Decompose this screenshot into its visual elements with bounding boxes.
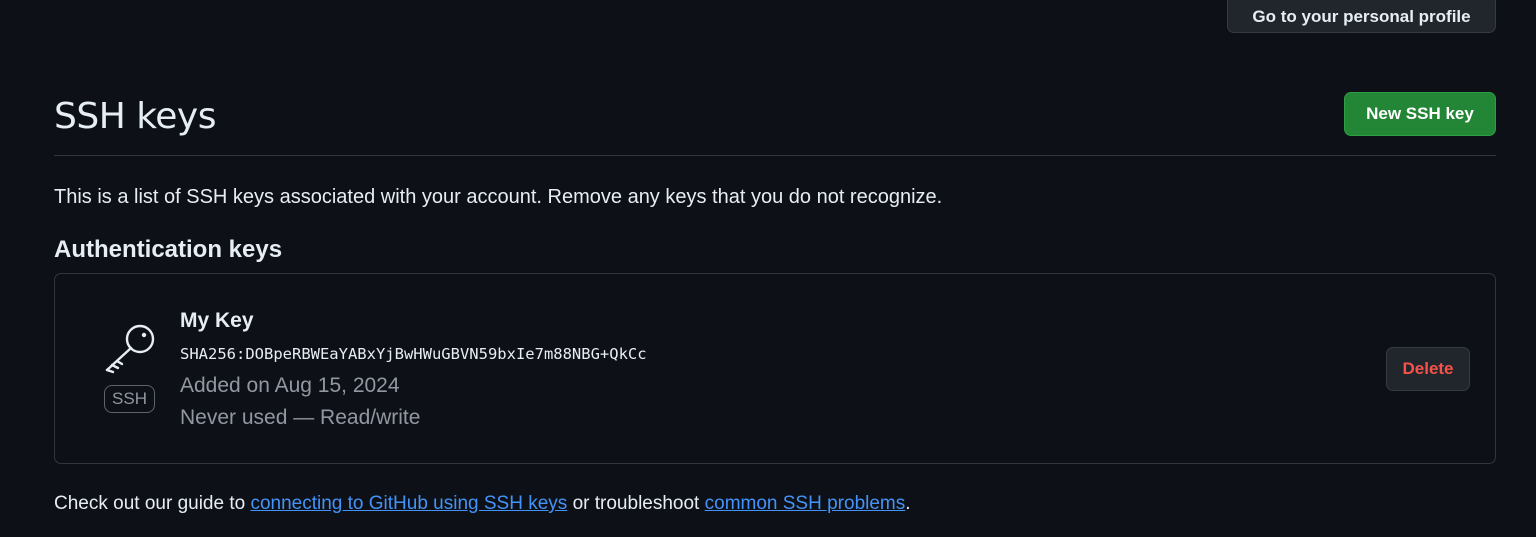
footer-suffix: . xyxy=(905,493,911,514)
footer-middle: or troubleshoot xyxy=(567,493,705,514)
page-title: SSH keys xyxy=(54,96,217,137)
title-divider xyxy=(54,155,1496,156)
key-name: My Key xyxy=(180,309,254,332)
new-ssh-key-button[interactable]: New SSH key xyxy=(1344,92,1496,136)
footer-prefix: Check out our guide to xyxy=(54,493,251,514)
intro-text: This is a list of SSH keys associated wi… xyxy=(54,186,943,208)
ssh-keys-settings-page: Go to your personal profile SSH keys New… xyxy=(0,0,1536,537)
authentication-keys-heading: Authentication keys xyxy=(54,236,283,263)
ssh-guide-link[interactable]: connecting to GitHub using SSH keys xyxy=(250,493,567,514)
key-usage: Never used — Read/write xyxy=(180,406,421,429)
help-footer: Check out our guide to connecting to Git… xyxy=(54,493,911,515)
delete-key-button[interactable]: Delete xyxy=(1386,347,1470,391)
ssh-key-list-item xyxy=(54,273,1496,464)
key-added-date: Added on Aug 15, 2024 xyxy=(180,374,400,397)
ssh-troubleshoot-link[interactable]: common SSH problems xyxy=(705,493,906,514)
key-icon xyxy=(100,320,160,376)
ssh-badge: SSH xyxy=(104,385,155,413)
key-fingerprint: SHA256:DOBpeRBWEaYABxYjBwHWuGBVN59bxIe7m… xyxy=(180,345,647,363)
personal-profile-button[interactable]: Go to your personal profile xyxy=(1227,0,1496,33)
